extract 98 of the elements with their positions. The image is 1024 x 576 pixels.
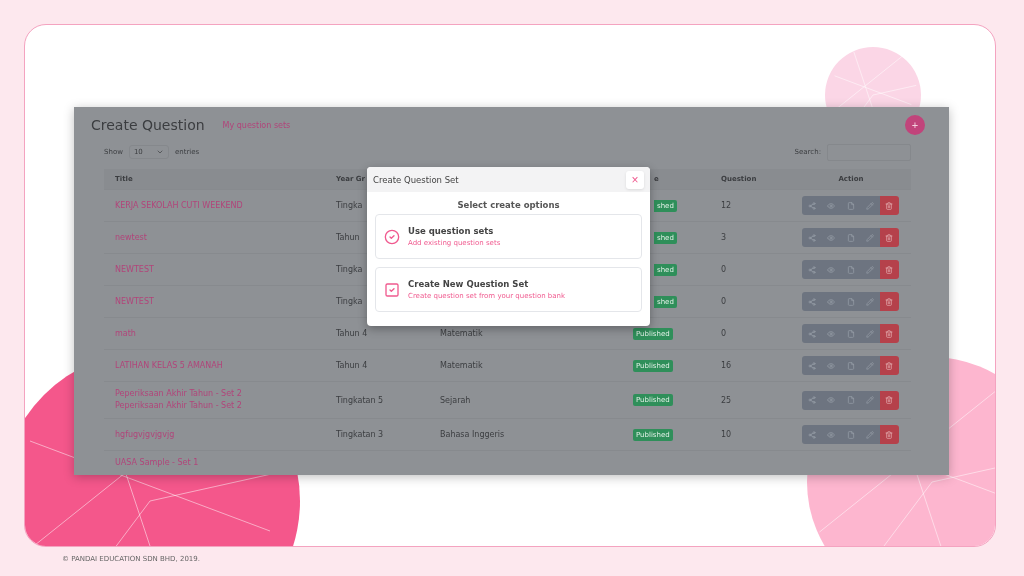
share-icon	[807, 361, 816, 370]
table-cell: 0	[721, 265, 727, 274]
option-title: Use question sets	[408, 226, 495, 236]
share-button[interactable]	[802, 324, 822, 343]
dialog-prompt: Select create options	[456, 200, 561, 210]
edit-button[interactable]	[860, 292, 880, 311]
trash-icon	[885, 265, 894, 274]
question-set-link[interactable]: Peperiksaan Akhir Tahun - Set 2	[115, 400, 242, 412]
share-icon	[807, 201, 816, 210]
table-cell: Sejarah	[440, 395, 471, 405]
caret-icon	[155, 148, 164, 156]
file-icon	[846, 201, 855, 210]
pencil-icon	[865, 329, 874, 338]
table-cell: 0	[721, 329, 727, 338]
eye-icon	[827, 361, 836, 370]
eye-icon	[827, 201, 836, 210]
question-sets-link[interactable]: My question sets	[222, 120, 291, 130]
share-button[interactable]	[802, 292, 822, 311]
share-button[interactable]	[802, 196, 822, 215]
table-cell: Tingkatan 5	[336, 395, 384, 405]
file-icon	[846, 430, 855, 439]
question-set-link[interactable]: newtest	[115, 231, 147, 244]
edit-button[interactable]	[860, 324, 880, 343]
question-set-link[interactable]: LATIHAN KELAS 5 AMANAH	[115, 359, 223, 372]
table-cell: Tingkatan 3	[336, 430, 384, 439]
share-icon	[807, 297, 816, 306]
question-set-link[interactable]: UASA Sample - Set 1	[115, 457, 199, 469]
question-set-link[interactable]: Peperiksaan Akhir Tahun - Set 2	[115, 388, 242, 400]
edit-button[interactable]	[860, 356, 880, 375]
file-icon	[846, 297, 855, 306]
edit-button[interactable]	[860, 390, 880, 410]
question-set-link[interactable]: hgfugvjgvjgvjg	[115, 428, 175, 441]
pencil-icon	[865, 233, 874, 242]
table-cell: Matematik	[440, 329, 483, 338]
share-button[interactable]	[802, 356, 822, 375]
table-cell: Tahun	[336, 233, 360, 242]
table-cell: Tingka	[336, 201, 363, 210]
edit-button[interactable]	[860, 425, 880, 444]
file-icon	[846, 233, 855, 242]
table-cell: 16	[721, 361, 732, 370]
pencil-icon	[865, 265, 874, 274]
share-button[interactable]	[802, 390, 822, 410]
table-cell: 12	[721, 201, 732, 210]
share-icon	[807, 396, 816, 404]
edit-button[interactable]	[860, 228, 880, 247]
table-cell: Matematik	[440, 361, 483, 370]
pencil-icon	[865, 361, 874, 370]
eye-icon	[827, 430, 836, 439]
trash-icon	[885, 233, 894, 242]
table-cell: Tahun 4	[336, 329, 368, 338]
file-icon	[846, 361, 855, 370]
file-icon	[846, 396, 855, 404]
eye-icon	[827, 233, 836, 242]
table-cell: 3	[721, 233, 727, 242]
delete-button[interactable]	[879, 390, 900, 410]
question-set-link[interactable]: KERJA SEKOLAH CUTI WEEKEND	[115, 199, 243, 212]
table-cell: 10	[721, 430, 732, 439]
table-cell: Tingka	[336, 297, 363, 306]
trash-icon	[885, 430, 894, 439]
trash-icon	[885, 329, 894, 338]
circle-check-icon	[384, 228, 400, 245]
edit-button[interactable]	[860, 260, 880, 279]
add-button[interactable]: +	[905, 115, 925, 135]
question-set-link[interactable]: NEWTEST	[115, 263, 154, 276]
trash-icon	[885, 297, 894, 306]
dialog-title: Create Question Set	[373, 174, 459, 185]
eye-icon	[827, 396, 836, 404]
share-icon	[807, 233, 816, 242]
close-button[interactable]: ×	[626, 170, 644, 189]
table-cell: Tahun 4	[336, 361, 368, 370]
share-icon	[807, 329, 816, 338]
file-icon	[846, 265, 855, 274]
table-cell: Bahasa Inggeris	[440, 430, 505, 439]
square-check-icon	[384, 281, 400, 298]
file-icon	[846, 329, 855, 338]
share-icon	[807, 265, 816, 274]
pencil-icon	[865, 430, 874, 439]
trash-icon	[885, 396, 894, 404]
pencil-icon	[865, 201, 874, 210]
option-title: Create New Question Set	[408, 279, 530, 289]
pencil-icon	[865, 297, 874, 306]
pencil-icon	[865, 396, 874, 404]
eye-icon	[827, 265, 836, 274]
table-cell: Tingka	[336, 265, 363, 274]
table-cell: 25	[721, 395, 732, 405]
share-button[interactable]	[802, 228, 822, 247]
trash-icon	[885, 201, 894, 210]
table-cell: 0	[721, 297, 727, 306]
share-icon	[807, 430, 816, 439]
question-set-link[interactable]: NEWTEST	[115, 295, 154, 308]
share-button[interactable]	[802, 260, 822, 279]
trash-icon	[885, 361, 894, 370]
share-button[interactable]	[802, 425, 822, 444]
eye-icon	[827, 329, 836, 338]
edit-button[interactable]	[860, 196, 880, 215]
eye-icon	[827, 297, 836, 306]
question-set-link[interactable]: math	[115, 327, 136, 340]
page-title: Create Question	[91, 117, 205, 133]
